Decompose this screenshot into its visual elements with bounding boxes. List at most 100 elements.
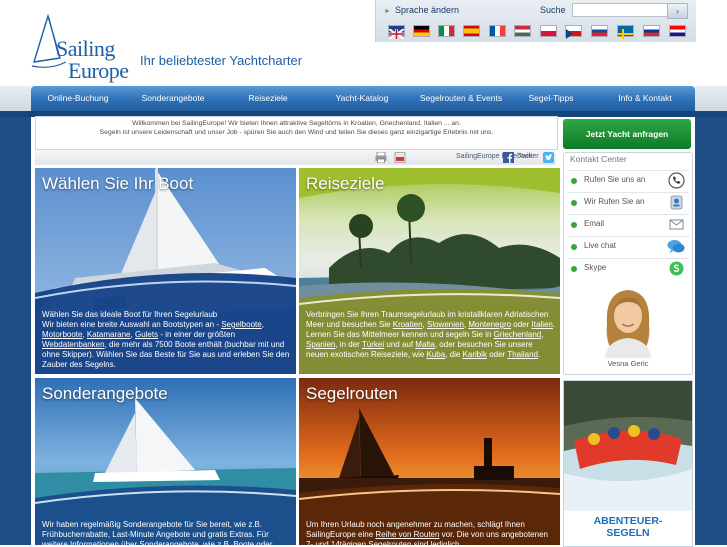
flag-croatia-icon[interactable] [669,25,686,37]
link-slowenien[interactable]: Slowenien [427,320,464,329]
nav-side-right [695,86,727,111]
flag-germany-icon[interactable] [413,25,430,37]
link-kroatien[interactable]: Kroatien [393,320,423,329]
search-label: Suche [540,5,566,15]
flag-russia-icon[interactable] [643,25,660,37]
contact-callback[interactable]: Wir Rufen Sie an [567,192,689,213]
adventure-label-2: SEGELN [606,527,650,539]
nav-side-left [0,86,31,111]
flag-hungary-icon[interactable] [514,25,531,37]
flag-spain-icon[interactable] [463,25,480,37]
welcome-line-2: Segeln ist unsere Leidenschaft und unser… [99,129,494,136]
contact-live-chat[interactable]: Live chat [567,236,689,257]
contact-call-us[interactable]: Rufen Sie uns an [567,170,689,191]
link-tuerkei[interactable]: Türkei [362,340,384,349]
status-dot-icon [571,200,577,206]
contact-email[interactable]: Email [567,214,689,235]
nav-segelrouten-events[interactable]: Segelrouten & Events [409,86,513,111]
link-segelboote[interactable]: Segelboote [221,320,261,329]
flag-slovakia-icon[interactable] [591,25,608,37]
adventure-label: ABENTEUER- SEGELN [564,515,692,539]
flag-czech-icon[interactable] [565,25,582,39]
twitter-icon[interactable] [543,152,555,163]
sep: , [541,330,544,339]
link-italien[interactable]: Italien [532,320,553,329]
card-special-offers[interactable]: Sonderangebote Wir haben regelmäßig Sond… [35,378,296,545]
card-boat-selection[interactable]: Wählen Sie Ihr Boot Wählen Sie das ideal… [35,168,296,374]
link-kuba[interactable]: Kuba [427,350,446,359]
link-gulets[interactable]: Gulets [135,330,158,339]
nav-info-kontakt[interactable]: Info & Kontakt [601,86,689,111]
callback-icon [670,195,683,210]
flag-uk-icon[interactable] [388,25,405,40]
link-thailand[interactable]: Thailand [507,350,538,359]
status-dot-icon [571,222,577,228]
contact-skype-label: Skype [584,263,607,272]
link-malta[interactable]: Malta [415,340,435,349]
skype-icon [669,261,684,276]
pdf-icon[interactable] [394,152,406,163]
dest-text-9: . [538,350,541,359]
rafting-photo [564,381,692,511]
logo[interactable]: Sailing Europe [30,14,132,83]
language-link[interactable]: ► Sprache ändern [384,5,459,15]
welcome-box: Willkommen bei SailingEurope! Wir bieten… [35,116,558,150]
share-toolbar: SailingEurope Facebook Twitter [35,150,556,165]
request-yacht-button[interactable]: Jetzt Yacht anfragen [563,119,691,149]
language-link-label: Sprache ändern [394,5,459,15]
contact-skype[interactable]: Skype [567,258,689,279]
dest-text-7: , die [445,350,463,359]
link-katamarane[interactable]: Katamarane [87,330,131,339]
card-sailing-routes[interactable]: Segelrouten Um Ihren Urlaub noch angeneh… [299,378,560,545]
adventure-label-1: ABENTEUER- [593,515,663,527]
dest-text-2: oder [511,320,532,329]
nav-reiseziele[interactable]: Reiseziele [221,86,315,111]
status-dot-icon [571,266,577,272]
agent-name: Vesna Geric [607,359,649,368]
agent-photo [593,284,663,358]
card-special-offers-title: Sonderangebote [42,384,168,403]
email-icon [669,219,684,230]
contact-live-chat-label: Live chat [584,241,617,250]
contact-center: Kontakt Center Rufen Sie uns an Wir Rufe… [563,152,693,375]
tagline: Ihr beliebtester Yachtcharter [140,53,303,68]
logo-word-europe: Europe [68,58,129,83]
card-sailing-routes-text: Um Ihren Urlaub noch angenehmer zu mache… [306,520,556,545]
flag-france-icon[interactable] [489,25,506,37]
card-boat-text-1: Wählen Sie das ideale Boot für Ihren Seg… [42,310,218,319]
search-button[interactable]: › [667,3,688,19]
nav-yacht-katalog[interactable]: Yacht-Katalog [315,86,409,111]
sep: , [261,320,264,329]
link-reihe-von-routen[interactable]: Reihe von Routen [375,530,439,539]
search-input[interactable] [572,3,670,17]
twitter-link[interactable]: Twitter [518,153,539,160]
link-motorboote[interactable]: Motorboote [42,330,82,339]
dest-text-8: oder [487,350,508,359]
flag-poland-icon[interactable] [540,25,557,37]
link-griechenland[interactable]: Griechenland [494,330,542,339]
dest-text-4: , in der [335,340,362,349]
card-destinations-title: Reiseziele [306,174,385,193]
card-destinations[interactable]: Reiseziele Verbringen Sie Ihren Traumseg… [299,168,560,374]
contact-center-title: Kontakt Center [570,154,627,164]
link-webdatenbanken[interactable]: Webdatenbanken [42,340,105,349]
card-boat-text: Wählen Sie das ideale Boot für Ihren Seg… [42,310,290,370]
nav-online-buchung[interactable]: Online-Buchung [31,86,125,111]
contact-call-us-label: Rufen Sie uns an [584,175,646,184]
flag-italy-icon[interactable] [438,25,455,37]
main-navigation: Online-Buchung Sonderangebote Reiseziele… [31,86,695,111]
nav-segel-tipps[interactable]: Segel-Tipps [513,86,589,111]
link-montenegro[interactable]: Montenegro [468,320,511,329]
link-spanien[interactable]: Spanien [306,340,335,349]
adventure-sailing-banner[interactable]: ABENTEUER- SEGELN [563,380,693,547]
card-boat-title: Wählen Sie Ihr Boot [42,174,194,193]
nav-sonderangebote[interactable]: Sonderangebote [125,86,221,111]
link-karibik[interactable]: Karibik [463,350,487,359]
card-destinations-text: Verbringen Sie Ihren Traumsegelurlaub im… [306,310,556,360]
status-dot-icon [571,244,577,250]
arrow-icon: ► [384,8,391,15]
facebook-icon[interactable] [503,152,515,163]
status-dot-icon [571,178,577,184]
print-icon[interactable] [375,152,387,163]
flag-sweden-icon[interactable] [617,25,634,39]
